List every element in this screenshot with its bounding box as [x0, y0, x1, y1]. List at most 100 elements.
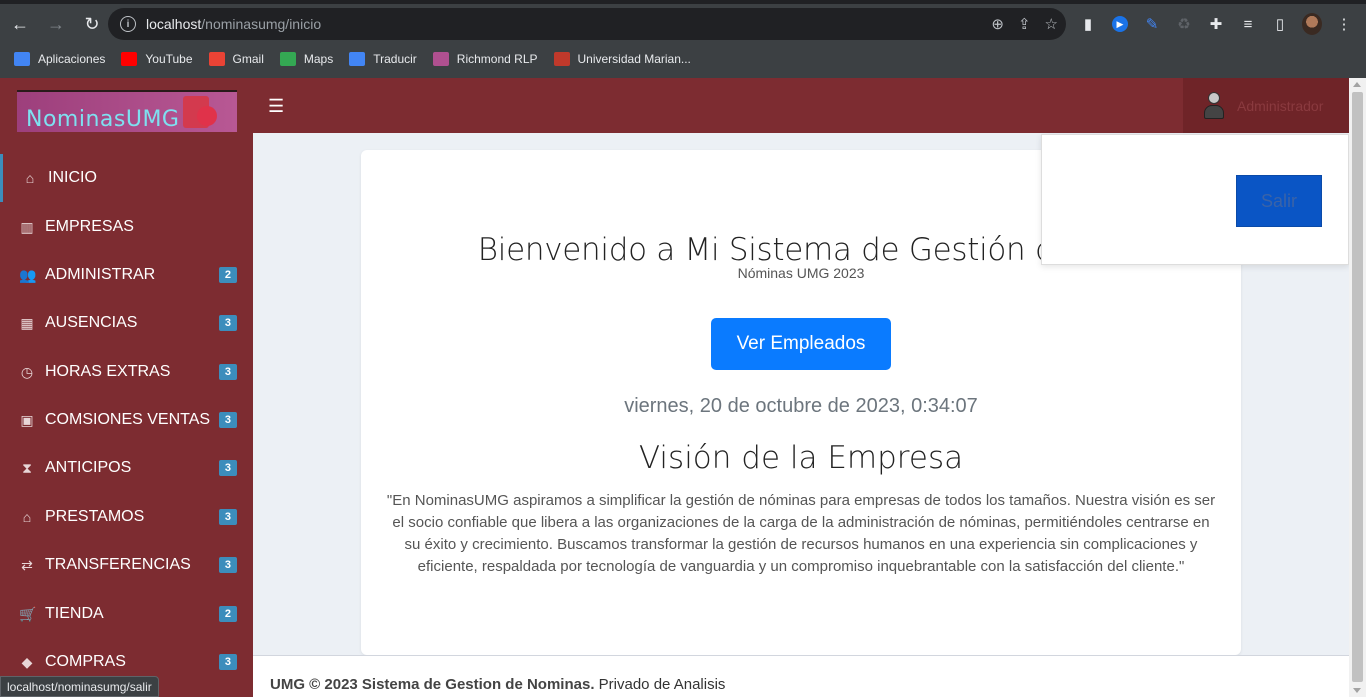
- omnibox-actions: ⊕ ⇪ ☆: [991, 8, 1058, 40]
- bookmark-favicon-icon: [208, 52, 225, 66]
- count-badge: 3: [218, 654, 237, 670]
- bookmark-label: Richmond RLP: [456, 52, 538, 66]
- bookmarks-bar: Aplicaciones YouTube Gmail Maps Traducir Rich…: [0, 44, 1366, 74]
- count-badge: 3: [218, 364, 237, 380]
- sidebar-item-label: TRANSFERENCIAS: [45, 556, 191, 573]
- sidebar-item-label: TIENDA: [45, 605, 104, 622]
- sidebar-item-horas-extras[interactable]: ◷ HORAS EXTRAS 3: [0, 348, 253, 396]
- share-icon[interactable]: ⇪: [1018, 15, 1031, 33]
- sidebar-item-ausencias[interactable]: ▦ AUSENCIAS 3: [0, 299, 253, 347]
- scroll-down-icon[interactable]: [1353, 688, 1361, 693]
- profile-avatar[interactable]: [1302, 13, 1322, 35]
- menu-kebab-icon[interactable]: ⋮: [1334, 14, 1354, 34]
- url-host: localhost: [146, 16, 202, 32]
- sidebar-item-anticipos[interactable]: ⧗ ANTICIPOS 3: [0, 444, 253, 492]
- bookmark-item[interactable]: YouTube: [121, 52, 193, 66]
- datetime-display: viernes, 20 de octubre de 2023, 0:34:07: [624, 395, 978, 417]
- bookmark-favicon-icon: [279, 52, 296, 66]
- extensions-puzzle-icon[interactable]: ✚: [1206, 14, 1226, 34]
- zoom-icon[interactable]: ⊕: [991, 15, 1004, 33]
- logo[interactable]: NominasUMG: [17, 90, 237, 132]
- sidebar-item-label: PRESTAMOS: [45, 508, 145, 525]
- sidebar-item-empresas[interactable]: ▥ EMPRESAS: [0, 203, 253, 251]
- extension-feather-icon[interactable]: ✎: [1142, 14, 1162, 34]
- extensions-row: ▮ ▶ ✎ ♻ ✚ ≡ ▯ ⋮: [1078, 8, 1354, 40]
- home-icon: ⌂: [25, 170, 35, 186]
- sidebar-item-prestamos[interactable]: ⌂ PRESTAMOS 3: [0, 493, 253, 541]
- back-icon[interactable]: ←: [4, 8, 36, 40]
- subtitle: Nóminas UMG 2023: [737, 265, 865, 281]
- count-badge: 2: [218, 606, 237, 622]
- scroll-thumb[interactable]: [1352, 92, 1363, 682]
- url-text[interactable]: localhost/nominasumg/inicio: [146, 16, 321, 32]
- page-scrollbar[interactable]: [1349, 78, 1366, 697]
- bookmark-star-icon[interactable]: ☆: [1045, 15, 1058, 33]
- sidebar-item-label: INICIO: [48, 169, 97, 186]
- building-icon: ▥: [20, 218, 34, 235]
- user-dropdown: Salir: [1041, 134, 1349, 265]
- count-badge: 2: [218, 267, 237, 283]
- url-path: /nominasumg/inicio: [201, 16, 322, 32]
- count-badge: 3: [218, 412, 237, 428]
- sidebar-item-label: ADMINISTRAR: [45, 266, 156, 283]
- bookmark-item[interactable]: Aplicaciones: [14, 52, 105, 66]
- sidebar-item-transferencias[interactable]: ⇄ TRANSFERENCIAS 3: [0, 541, 253, 589]
- bookmark-item[interactable]: Maps: [279, 52, 334, 66]
- bookmark-label: Maps: [303, 52, 334, 66]
- sidebar-item-label: ANTICIPOS: [45, 459, 132, 476]
- bookmark-favicon-icon: [553, 52, 570, 66]
- count-badge: 3: [218, 315, 237, 331]
- extension-meet-icon[interactable]: ▶: [1110, 14, 1130, 34]
- sidebar-item-label: EMPRESAS: [45, 218, 134, 235]
- sidebar-toggle-icon[interactable]: ☰: [268, 96, 284, 117]
- bookmark-favicon-icon: [349, 52, 366, 66]
- cart-icon: 🛒: [19, 605, 37, 622]
- extension-recycle-icon[interactable]: ♻: [1174, 14, 1194, 34]
- user-name: Administrador: [1237, 97, 1324, 114]
- site-info-icon[interactable]: i: [120, 16, 136, 32]
- sidebar-item-comsiones-ventas[interactable]: ▣ COMSIONES VENTAS 3: [0, 396, 253, 444]
- footer-bold: UMG © 2023 Sistema de Gestion de Nominas…: [270, 676, 595, 693]
- sidebar: ⌂ INICIO ▥ EMPRESAS 👥 ADMINISTRAR 2 ▦ AUSENCIAS 3…: [0, 133, 253, 697]
- hourglass-icon: ⧗: [22, 459, 32, 476]
- bookmark-label: Traducir: [373, 52, 417, 66]
- vision-heading: Visión de la Empresa: [638, 440, 964, 476]
- sidebar-item-administrar[interactable]: 👥 ADMINISTRAR 2: [0, 251, 253, 299]
- scroll-up-icon[interactable]: [1353, 82, 1361, 87]
- user-menu[interactable]: Administrador: [1183, 78, 1349, 133]
- bookmark-item[interactable]: Traducir: [349, 52, 417, 66]
- bookmark-favicon-icon: [432, 52, 449, 66]
- footer-normal: Privado de Analisis: [594, 676, 726, 693]
- logo-area[interactable]: NominasUMG: [0, 78, 253, 133]
- salir-button[interactable]: Salir: [1236, 175, 1322, 227]
- bookmark-label: YouTube: [145, 52, 193, 66]
- footer-text: UMG © 2023 Sistema de Gestion de Nominas…: [270, 676, 725, 693]
- count-badge: 3: [218, 460, 237, 476]
- bookmark-item[interactable]: Universidad Marian...: [553, 52, 691, 66]
- count-badge: 3: [218, 509, 237, 525]
- ver-empleados-button[interactable]: Ver Empleados: [711, 318, 891, 370]
- sidebar-item-label: COMSIONES VENTAS: [45, 411, 211, 428]
- side-panel-icon[interactable]: ▯: [1270, 14, 1290, 34]
- bookmark-favicon-icon: [14, 52, 30, 66]
- bookmark-label: Gmail: [232, 52, 264, 66]
- vision-text: "En NominasUMG aspiramos a simplificar l…: [386, 492, 1216, 575]
- reload-icon[interactable]: ↻: [76, 8, 108, 40]
- bookmark-item[interactable]: Richmond RLP: [432, 52, 538, 66]
- bookmark-favicon-icon: [121, 52, 138, 66]
- exchange-icon: ⇄: [21, 556, 33, 573]
- app-header: NominasUMG ☰ Administrador: [0, 78, 1349, 133]
- extension-doc-icon[interactable]: ▮: [1078, 14, 1098, 34]
- clock-icon: ◷: [20, 363, 34, 380]
- footer: UMG © 2023 Sistema de Gestion de Nominas…: [253, 655, 1349, 697]
- sidebar-item-inicio[interactable]: ⌂ INICIO: [0, 154, 253, 202]
- sidebar-item-tienda[interactable]: 🛒 TIENDA 2: [0, 590, 253, 638]
- bookmark-item[interactable]: Gmail: [208, 52, 264, 66]
- browser-chrome: ← → ↻ i localhost/nominasumg/inicio ⊕ ⇪ …: [0, 0, 1366, 78]
- logo-text: NominasUMG: [26, 107, 180, 132]
- address-bar[interactable]: i localhost/nominasumg/inicio ⊕ ⇪ ☆: [108, 8, 1066, 40]
- forward-icon[interactable]: →: [40, 8, 72, 40]
- logo-calculator-icon: [183, 96, 217, 128]
- reading-list-icon[interactable]: ≡: [1238, 14, 1258, 34]
- sidebar-item-label: AUSENCIAS: [45, 314, 138, 331]
